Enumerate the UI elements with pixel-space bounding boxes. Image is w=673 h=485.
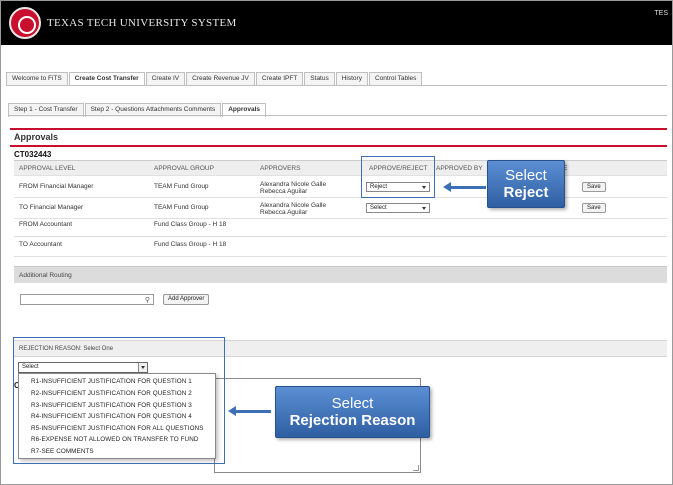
tab-history[interactable]: History — [335, 72, 368, 86]
approve-reject-select[interactable]: Select — [366, 203, 430, 213]
row-level: FROM Accountant — [19, 221, 73, 228]
tab-control-tables[interactable]: Control Tables — [368, 72, 423, 86]
tab-welcome[interactable]: Welcome to FiTS — [6, 72, 68, 86]
row-approver: Rebecca Aguilar — [260, 209, 308, 216]
row-approver: Alexandra Nicole Galle — [260, 181, 327, 188]
reason-callout: Select Rejection Reason — [275, 386, 430, 438]
select-value: Select — [370, 205, 387, 211]
col-approval-group: Approval Group — [154, 165, 214, 172]
main-tabs: Welcome to FiTS Create Cost Transfer Cre… — [6, 72, 423, 86]
col-approved-by: Approved By — [436, 165, 483, 172]
save-button[interactable]: Save — [582, 182, 606, 192]
tab-create-ipft[interactable]: Create IPFT — [255, 72, 304, 86]
table-row: FROM Accountant Fund Class Group - H 18 — [14, 219, 667, 237]
save-button[interactable]: Save — [582, 203, 606, 213]
row-level: FROM Financial Manager — [19, 183, 94, 190]
add-approver-button[interactable]: Add Approver — [163, 294, 210, 305]
app-header: TEXAS TECH UNIVERSITY SYSTEM TES — [1, 1, 672, 45]
callout-line: Select — [331, 395, 374, 412]
callout-line: Reject — [503, 184, 549, 201]
transfer-id: CT032443 — [14, 150, 52, 159]
tab-create-cost-transfer[interactable]: Create Cost Transfer — [68, 72, 145, 86]
row-group: TEAM Fund Group — [154, 204, 209, 211]
reject-highlight-box — [361, 156, 435, 198]
section-title: Approvals — [14, 132, 59, 142]
step-tabs-divider — [8, 115, 667, 116]
table-row: FROM Financial Manager TEAM Fund Group A… — [14, 176, 667, 198]
row-level: TO Financial Manager — [19, 204, 84, 211]
additional-routing-bar: Additional Routing — [14, 266, 667, 283]
approvals-table: Approval Level Approval Group Approvers … — [14, 160, 667, 257]
routing-title: Additional Routing — [19, 272, 72, 279]
table-row: TO Financial Manager TEAM Fund Group Ale… — [14, 198, 667, 219]
row-group: TEAM Fund Group — [154, 183, 209, 190]
reject-arrow-icon — [443, 182, 486, 192]
callout-line: Rejection Reason — [289, 412, 416, 429]
tab-status[interactable]: Status — [304, 72, 335, 86]
col-approval-level: Approval Level — [19, 165, 76, 172]
callout-line: Select — [505, 167, 547, 184]
reject-callout: Select Reject — [487, 160, 565, 208]
row-approver: Rebecca Aguilar — [260, 188, 308, 195]
row-group: Fund Class Group - H 18 — [154, 221, 227, 228]
table-row: TO Accountant Fund Class Group - H 18 — [14, 237, 667, 257]
table-header-row: Approval Level Approval Group Approvers … — [14, 161, 667, 176]
chevron-down-icon — [422, 207, 426, 210]
row-approver: Alexandra Nicole Galle — [260, 202, 327, 209]
tab-create-revenue-jv[interactable]: Create Revenue JV — [186, 72, 255, 86]
university-seal-icon — [9, 7, 41, 39]
header-user-text: TES — [654, 10, 668, 17]
rejection-highlight-box — [13, 337, 225, 464]
section-bottom-rule — [10, 145, 667, 147]
tabs-divider — [6, 85, 667, 86]
reason-arrow-icon — [228, 406, 271, 416]
approver-search-input[interactable]: ⚲ — [20, 294, 154, 305]
row-level: TO Accountant — [19, 241, 62, 248]
app-title: TEXAS TECH UNIVERSITY SYSTEM — [47, 17, 237, 29]
row-group: Fund Class Group - H 18 — [154, 241, 227, 248]
section-top-rule — [10, 128, 667, 130]
col-approvers: Approvers — [260, 165, 301, 172]
tab-create-iv[interactable]: Create IV — [145, 72, 186, 86]
magnifier-icon[interactable]: ⚲ — [145, 296, 150, 304]
